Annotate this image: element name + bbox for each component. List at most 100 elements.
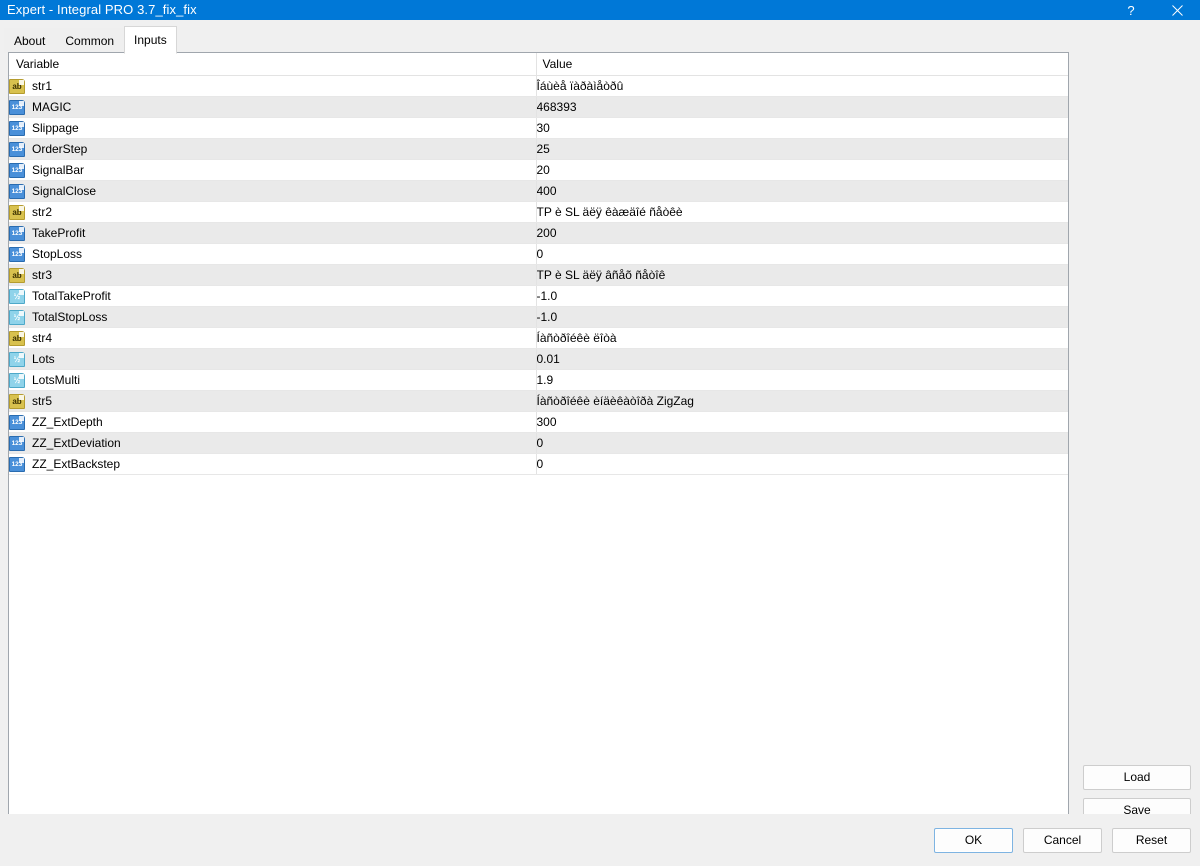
table-row[interactable]: ½LotsMulti1.9 — [9, 370, 1068, 391]
value-cell[interactable]: TP è SL äëÿ êàæäîé ñåòêè — [536, 202, 1068, 223]
table-row[interactable]: abstr2TP è SL äëÿ êàæäîé ñåòêè — [9, 202, 1068, 223]
value-cell[interactable]: 200 — [536, 223, 1068, 244]
value-text: TP è SL äëÿ âñåõ ñåòîê — [537, 268, 666, 282]
table-row[interactable]: 123SignalClose400 — [9, 181, 1068, 202]
table-row[interactable]: 123MAGIC468393 — [9, 97, 1068, 118]
table-row[interactable]: ½ Lots 0.01 — [9, 349, 1068, 370]
icon-corner-fold — [19, 437, 24, 442]
value-text: 300 — [537, 415, 557, 429]
value-cell[interactable]: TP è SL äëÿ âñåõ ñåòîê — [536, 265, 1068, 286]
value-cell[interactable]: -1.0 — [536, 307, 1068, 328]
table-row[interactable]: 123TakeProfit200 — [9, 223, 1068, 244]
question-mark-icon: ? — [1127, 3, 1134, 18]
variable-name-label: TotalStopLoss — [32, 310, 107, 324]
tab-strip: About Common Inputs — [0, 20, 1200, 52]
variable-cell[interactable]: 123OrderStep — [9, 139, 536, 160]
variable-cell[interactable]: 123MAGIC — [9, 97, 536, 118]
table-row[interactable]: abstr5Íàñòðîéêè èíäèêàòîðà ZigZag — [9, 391, 1068, 412]
table-row[interactable]: 123ZZ_ExtDepth300 — [9, 412, 1068, 433]
value-cell[interactable]: -1.0 — [536, 286, 1068, 307]
value-cell[interactable]: 300 — [536, 412, 1068, 433]
value-text: Íàñòðîéêè ëîòà — [537, 331, 617, 345]
table-row[interactable]: 123Slippage30 — [9, 118, 1068, 139]
variable-cell[interactable]: ½LotsMulti — [9, 370, 536, 391]
value-text: 0 — [537, 436, 544, 450]
table-row[interactable]: 123OrderStep25 — [9, 139, 1068, 160]
variable-name-label: str1 — [32, 79, 52, 93]
icon-corner-fold — [19, 416, 24, 421]
value-cell[interactable]: 400 — [536, 181, 1068, 202]
variable-name-label: ZZ_ExtDepth — [32, 415, 103, 429]
variable-cell[interactable]: 123TakeProfit — [9, 223, 536, 244]
value-text: 30 — [537, 121, 550, 135]
tab-common[interactable]: Common — [55, 28, 124, 53]
table-row[interactable]: 123SignalBar20 — [9, 160, 1068, 181]
double-type-icon: ½ — [9, 373, 25, 388]
variable-cell-inner: ½TotalTakeProfit — [9, 289, 536, 304]
variable-cell[interactable]: abstr2 — [9, 202, 536, 223]
variable-cell[interactable]: 123ZZ_ExtBackstep — [9, 454, 536, 475]
variable-name-label: TotalTakeProfit — [32, 289, 111, 303]
variable-cell[interactable]: abstr5 — [9, 391, 536, 412]
value-cell[interactable]: Îáùèå ïàðàìåòðû — [536, 76, 1068, 97]
icon-corner-fold — [19, 248, 24, 253]
value-text: TP è SL äëÿ êàæäîé ñåòêè — [537, 205, 683, 219]
inputs-grid-container[interactable]: Variable Value abstr1Îáùèå ïàðàìåòðû123M… — [8, 52, 1069, 818]
int-type-icon: 123 — [9, 226, 25, 241]
variable-cell[interactable]: ½ Lots — [9, 349, 536, 370]
table-row[interactable]: abstr1Îáùèå ïàðàìåòðû — [9, 76, 1068, 97]
table-row[interactable]: 123ZZ_ExtDeviation0 — [9, 433, 1068, 454]
value-cell[interactable]: 0 — [536, 244, 1068, 265]
int-type-icon: 123 — [9, 100, 25, 115]
value-text: -1.0 — [537, 310, 558, 324]
table-row[interactable]: 123ZZ_ExtBackstep0 — [9, 454, 1068, 475]
value-cell[interactable]: 1.9 — [536, 370, 1068, 391]
tab-about-label: About — [14, 34, 45, 48]
tab-inputs[interactable]: Inputs — [124, 26, 177, 54]
table-row[interactable]: ½TotalTakeProfit-1.0 — [9, 286, 1068, 307]
variable-name-label: Lots — [32, 352, 55, 366]
variable-name-label: str2 — [32, 205, 52, 219]
inputs-grid: Variable Value abstr1Îáùèå ïàðàìåòðû123M… — [9, 53, 1068, 475]
column-header-variable[interactable]: Variable — [9, 53, 536, 76]
variable-name-label: SignalClose — [32, 184, 96, 198]
variable-cell[interactable]: ½TotalTakeProfit — [9, 286, 536, 307]
cancel-button[interactable]: Cancel — [1023, 828, 1102, 853]
tab-about[interactable]: About — [4, 28, 55, 53]
table-row[interactable]: 123StopLoss0 — [9, 244, 1068, 265]
value-cell[interactable]: 0 — [536, 433, 1068, 454]
value-cell[interactable]: Íàñòðîéêè èíäèêàòîðà ZigZag — [536, 391, 1068, 412]
variable-cell[interactable]: abstr1 — [9, 76, 536, 97]
variable-cell[interactable]: 123SignalBar — [9, 160, 536, 181]
value-cell[interactable]: Íàñòðîéêè ëîòà — [536, 328, 1068, 349]
icon-corner-fold — [19, 332, 24, 337]
value-cell[interactable]: 25 — [536, 139, 1068, 160]
variable-cell[interactable]: 123ZZ_ExtDeviation — [9, 433, 536, 454]
value-cell[interactable]: 30 — [536, 118, 1068, 139]
table-row[interactable]: abstr4Íàñòðîéêè ëîòà — [9, 328, 1068, 349]
value-text: 400 — [537, 184, 557, 198]
ok-button[interactable]: OK — [934, 828, 1013, 853]
variable-cell[interactable]: 123Slippage — [9, 118, 536, 139]
reset-button[interactable]: Reset — [1112, 828, 1191, 853]
variable-cell[interactable]: abstr4 — [9, 328, 536, 349]
int-type-icon: 123 — [9, 142, 25, 157]
value-cell[interactable]: 0.01 — [536, 349, 1068, 370]
variable-cell[interactable]: 123SignalClose — [9, 181, 536, 202]
string-type-icon: ab — [9, 331, 25, 346]
variable-cell[interactable]: ½TotalStopLoss — [9, 307, 536, 328]
close-button[interactable] — [1154, 0, 1200, 20]
variable-cell[interactable]: 123ZZ_ExtDepth — [9, 412, 536, 433]
variable-cell[interactable]: abstr3 — [9, 265, 536, 286]
load-button[interactable]: Load — [1083, 765, 1191, 790]
dialog-content: Variable Value abstr1Îáùèå ïàðàìåòðû123M… — [0, 52, 1200, 866]
variable-cell[interactable]: 123StopLoss — [9, 244, 536, 265]
table-row[interactable]: abstr3TP è SL äëÿ âñåõ ñåòîê — [9, 265, 1068, 286]
table-row[interactable]: ½TotalStopLoss-1.0 — [9, 307, 1068, 328]
value-cell[interactable]: 20 — [536, 160, 1068, 181]
value-cell[interactable]: 0 — [536, 454, 1068, 475]
help-button[interactable]: ? — [1108, 0, 1154, 20]
column-header-value[interactable]: Value — [536, 53, 1068, 76]
value-cell[interactable]: 468393 — [536, 97, 1068, 118]
double-type-icon: ½ — [9, 352, 25, 367]
